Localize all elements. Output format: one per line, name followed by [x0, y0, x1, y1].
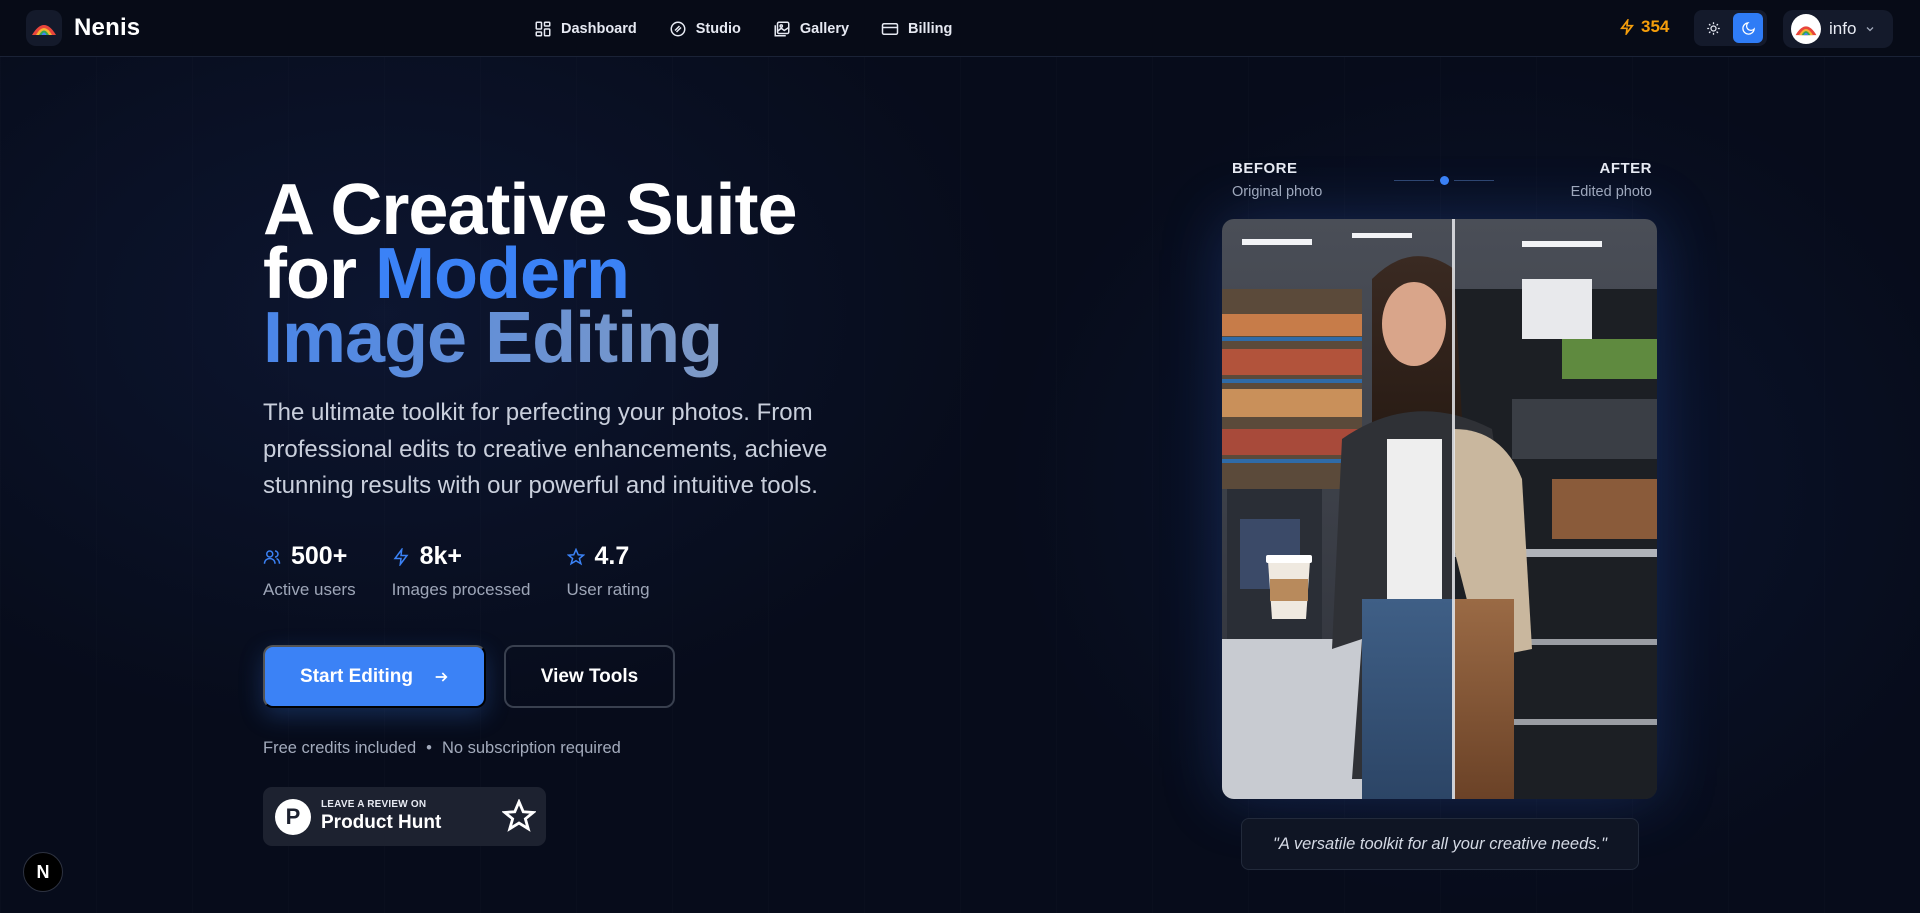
top-navbar: Nenis Dashboard Studio Gallery Billing 3… — [0, 0, 1920, 57]
user-menu[interactable]: info — [1783, 10, 1893, 48]
start-editing-label: Start Editing — [300, 665, 413, 687]
light-theme-button[interactable] — [1698, 13, 1728, 43]
view-tools-button[interactable]: View Tools — [504, 645, 675, 708]
after-title: AFTER — [1599, 160, 1652, 177]
stat-rating-label: User rating — [566, 580, 650, 599]
star-outline-icon — [502, 799, 536, 832]
chevron-down-icon — [1866, 27, 1874, 32]
avatar — [1791, 14, 1821, 44]
arrow-right-icon — [435, 671, 448, 682]
product-hunt-logo-icon: P — [275, 798, 311, 835]
hero-title-line3: Image Editing — [263, 298, 723, 378]
brand-name: Nenis — [74, 14, 141, 41]
stat-images: 8k+ Images processed — [392, 542, 531, 600]
nav-gallery[interactable]: Gallery — [773, 20, 849, 38]
brand[interactable]: Nenis — [26, 10, 140, 46]
dark-theme-button[interactable] — [1733, 13, 1763, 43]
testimonial-quote: "A versatile toolkit for all your creati… — [1241, 818, 1639, 870]
nav-billing[interactable]: Billing — [881, 20, 952, 38]
nav-gallery-label: Gallery — [799, 20, 850, 37]
lightning-icon — [1620, 19, 1634, 35]
nav-dashboard-label: Dashboard — [561, 20, 637, 37]
nav-billing-label: Billing — [908, 20, 953, 37]
start-editing-button[interactable]: Start Editing — [263, 645, 486, 708]
gallery-icon — [774, 21, 790, 36]
stat-rating-value: 4.7 — [594, 542, 630, 570]
free-credits-text: Free credits included — [263, 739, 417, 757]
credits-counter[interactable]: 354 — [1619, 17, 1669, 37]
stat-images-label: Images processed — [391, 580, 531, 599]
stats: 500+ Active users 8k+ Images processed 4… — [263, 542, 650, 600]
note-separator: • — [426, 739, 432, 757]
user-name: info — [1829, 19, 1857, 38]
stat-users-value: 500+ — [291, 542, 348, 570]
stat-users-label: Active users — [263, 580, 356, 599]
brand-logo-icon — [26, 10, 62, 46]
theme-toggle — [1694, 10, 1767, 46]
product-hunt-small-text: LEAVE A REVIEW ON — [321, 799, 427, 810]
users-icon — [263, 549, 281, 564]
nav-dashboard[interactable]: Dashboard — [534, 20, 637, 38]
sun-icon — [1706, 21, 1720, 35]
nav-studio[interactable]: Studio — [669, 20, 741, 38]
compare-header: BEFORE Original photo AFTER Edited photo — [1232, 160, 1652, 204]
compare-indicator-dot — [1440, 176, 1449, 185]
billing-icon — [881, 22, 899, 35]
stat-rating: 4.7 User rating — [566, 542, 650, 600]
before-subtitle: Original photo — [1232, 184, 1323, 200]
credits-value: 354 — [1641, 17, 1670, 36]
lightning-icon — [393, 547, 409, 566]
before-label: BEFORE Original photo — [1232, 160, 1322, 200]
studio-icon — [670, 21, 686, 36]
star-icon — [566, 547, 585, 565]
next-dev-indicator[interactable]: N — [23, 852, 63, 892]
before-after-image[interactable] — [1222, 219, 1657, 799]
main-nav: Dashboard Studio Gallery Billing — [534, 0, 952, 57]
stat-users: 500+ Active users — [263, 542, 356, 600]
product-hunt-badge[interactable]: P LEAVE A REVIEW ON Product Hunt — [263, 787, 546, 846]
after-label: AFTER Edited photo — [1571, 160, 1652, 200]
before-title: BEFORE — [1232, 160, 1298, 177]
moon-icon — [1741, 21, 1755, 35]
free-credits-note: Free credits included • No subscription … — [263, 739, 621, 758]
after-subtitle: Edited photo — [1570, 184, 1652, 200]
product-hunt-name: Product Hunt — [321, 812, 442, 833]
compare-indicator — [1394, 176, 1494, 185]
hero-title: A Creative Suite for Modern Image Editin… — [263, 174, 798, 374]
nav-studio-label: Studio — [695, 20, 741, 37]
no-subscription-text: No subscription required — [441, 739, 621, 757]
stat-images-value: 8k+ — [419, 542, 463, 570]
dashboard-icon — [535, 21, 551, 36]
hero-subtitle: The ultimate toolkit for perfecting your… — [263, 399, 828, 499]
